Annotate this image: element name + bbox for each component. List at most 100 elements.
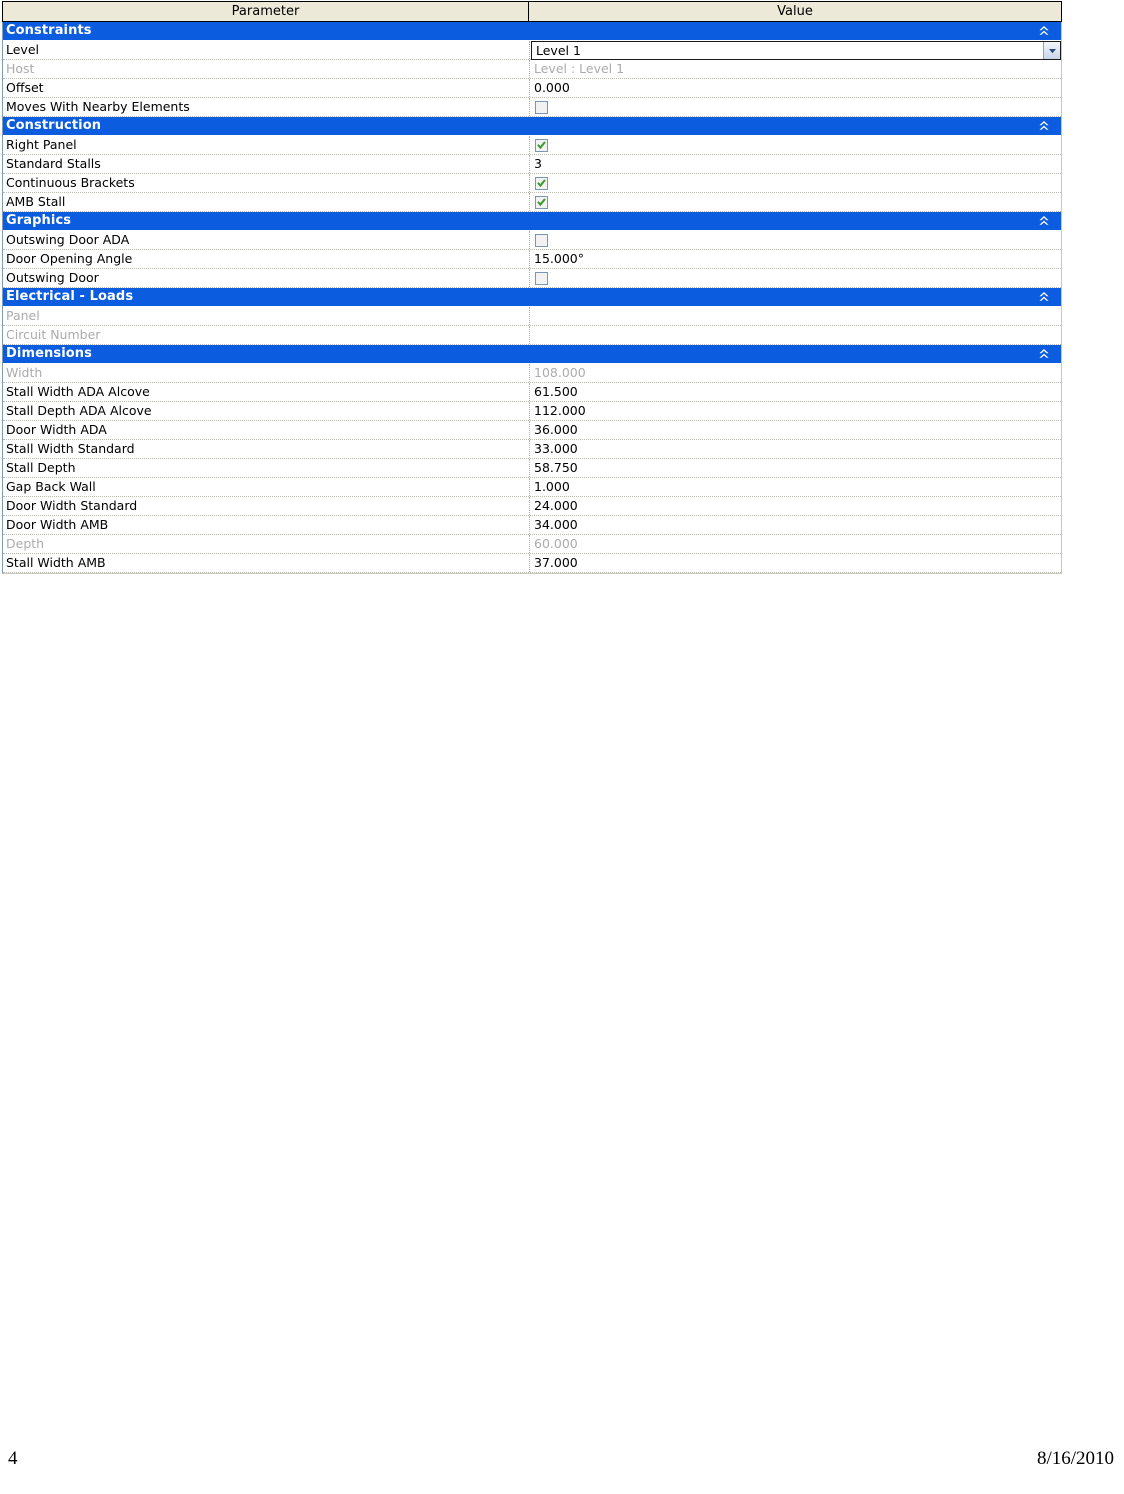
checkbox-unchecked[interactable] bbox=[535, 271, 548, 285]
group-title: Constraints bbox=[6, 23, 92, 38]
parameter-row[interactable]: Moves With Nearby Elements bbox=[3, 98, 1061, 117]
parameter-value-text: 108.000 bbox=[534, 365, 586, 380]
parameter-name: Outswing Door ADA bbox=[6, 232, 130, 247]
page-footer: 4 8/16/2010 bbox=[0, 1448, 1124, 1478]
parameter-row[interactable]: Gap Back Wall 1.000 bbox=[3, 478, 1061, 497]
parameter-value-text: 60.000 bbox=[534, 536, 578, 551]
parameter-row[interactable]: Continuous Brackets bbox=[3, 174, 1061, 193]
parameter-value-text: 36.000 bbox=[534, 422, 578, 437]
parameter-value-cell[interactable]: 15.000° bbox=[529, 250, 1061, 268]
parameter-value-cell[interactable] bbox=[529, 231, 1061, 249]
double-chevron-up-icon[interactable] bbox=[1037, 119, 1051, 133]
parameter-row[interactable]: Circuit Number bbox=[3, 326, 1061, 345]
parameter-name: Level bbox=[6, 42, 39, 57]
parameter-row[interactable]: Door Opening Angle 15.000° bbox=[3, 250, 1061, 269]
parameter-value-text: 34.000 bbox=[534, 517, 578, 532]
double-chevron-up-icon[interactable] bbox=[1037, 24, 1051, 38]
parameter-row[interactable]: Depth 60.000 bbox=[3, 535, 1061, 554]
parameter-row[interactable]: Host Level : Level 1 bbox=[3, 60, 1061, 79]
parameter-name: Outswing Door bbox=[6, 270, 99, 285]
parameter-name: Host bbox=[6, 61, 35, 76]
parameter-name: Door Width Standard bbox=[6, 498, 138, 513]
parameter-row[interactable]: Stall Width AMB 37.000 bbox=[3, 554, 1061, 573]
checkbox-checked[interactable] bbox=[535, 195, 548, 209]
level-combobox[interactable]: Level 1 bbox=[531, 41, 1061, 60]
parameter-value-cell[interactable] bbox=[529, 269, 1061, 287]
parameter-name: Door Width AMB bbox=[6, 517, 109, 532]
level-combobox-value: Level 1 bbox=[536, 43, 581, 58]
parameter-row[interactable]: Stall Depth ADA Alcove 112.000 bbox=[3, 402, 1061, 421]
parameter-name: Stall Depth ADA Alcove bbox=[6, 403, 152, 418]
parameter-row[interactable]: Door Width ADA 36.000 bbox=[3, 421, 1061, 440]
parameter-row[interactable]: Door Width AMB 34.000 bbox=[3, 516, 1061, 535]
parameter-value-text: 0.000 bbox=[534, 80, 570, 95]
group-title: Construction bbox=[6, 118, 102, 133]
parameter-row[interactable]: Right Panel bbox=[3, 136, 1061, 155]
column-header-parameter[interactable]: Parameter bbox=[3, 2, 529, 21]
parameter-name: Stall Depth bbox=[6, 460, 76, 475]
parameter-name: Door Width ADA bbox=[6, 422, 107, 437]
parameter-name: Standard Stalls bbox=[6, 156, 101, 171]
group-header-construction[interactable]: Construction bbox=[3, 117, 1061, 136]
parameter-row[interactable]: Offset 0.000 bbox=[3, 79, 1061, 98]
page-date: 8/16/2010 bbox=[1036, 1448, 1114, 1469]
parameter-row[interactable]: Outswing Door bbox=[3, 269, 1061, 288]
group-header-electrical-loads[interactable]: Electrical - Loads bbox=[3, 288, 1061, 307]
group-header-graphics[interactable]: Graphics bbox=[3, 212, 1061, 231]
parameter-value-cell[interactable] bbox=[529, 193, 1061, 211]
parameter-row[interactable]: Stall Depth 58.750 bbox=[3, 459, 1061, 478]
group-header-constraints[interactable]: Constraints bbox=[3, 22, 1061, 41]
parameter-value-text: Level : Level 1 bbox=[534, 61, 625, 76]
double-chevron-up-icon[interactable] bbox=[1037, 290, 1051, 304]
parameter-row[interactable]: Standard Stalls 3 bbox=[3, 155, 1061, 174]
parameter-row[interactable]: Stall Width ADA Alcove 61.500 bbox=[3, 383, 1061, 402]
parameter-name: AMB Stall bbox=[6, 194, 66, 209]
group-header-dimensions[interactable]: Dimensions bbox=[3, 345, 1061, 364]
parameter-value-cell[interactable] bbox=[529, 136, 1061, 154]
parameter-row[interactable]: Stall Width Standard 33.000 bbox=[3, 440, 1061, 459]
double-chevron-up-icon[interactable] bbox=[1037, 347, 1051, 361]
parameter-name: Depth bbox=[6, 536, 45, 551]
parameter-row[interactable]: Width 108.000 bbox=[3, 364, 1061, 383]
column-header-value[interactable]: Value bbox=[529, 2, 1061, 21]
parameter-value-cell[interactable] bbox=[529, 98, 1061, 116]
parameter-value-cell[interactable]: 37.000 bbox=[529, 554, 1061, 572]
parameter-name: Panel bbox=[6, 308, 40, 323]
parameter-row[interactable]: AMB Stall bbox=[3, 193, 1061, 212]
checkbox-unchecked[interactable] bbox=[535, 233, 548, 247]
parameter-value-cell[interactable]: 24.000 bbox=[529, 497, 1061, 515]
parameter-value-cell[interactable] bbox=[529, 326, 1061, 344]
parameter-value-cell[interactable]: 36.000 bbox=[529, 421, 1061, 439]
parameter-value-cell[interactable]: 1.000 bbox=[529, 478, 1061, 496]
properties-palette: Parameter Value Constraints Level Level 1 H… bbox=[2, 1, 1062, 574]
checkbox-checked[interactable] bbox=[535, 176, 548, 190]
parameter-value-text: 112.000 bbox=[534, 403, 586, 418]
parameter-value-cell[interactable]: 60.000 bbox=[529, 535, 1061, 553]
parameter-value-cell[interactable]: 0.000 bbox=[529, 79, 1061, 97]
parameter-name: Door Opening Angle bbox=[6, 251, 133, 266]
parameter-row[interactable]: Door Width Standard 24.000 bbox=[3, 497, 1061, 516]
parameter-value-cell[interactable]: 108.000 bbox=[529, 364, 1061, 382]
parameter-name: Offset bbox=[6, 80, 44, 95]
parameter-value-cell[interactable]: 58.750 bbox=[529, 459, 1061, 477]
checkbox-checked[interactable] bbox=[535, 138, 548, 152]
parameter-value-cell[interactable]: 61.500 bbox=[529, 383, 1061, 401]
checkbox-unchecked[interactable] bbox=[535, 100, 548, 114]
parameter-value-cell[interactable] bbox=[529, 174, 1061, 192]
parameter-value-cell[interactable]: 3 bbox=[529, 155, 1061, 173]
parameter-value-text: 3 bbox=[534, 156, 542, 171]
parameter-row[interactable]: Outswing Door ADA bbox=[3, 231, 1061, 250]
parameter-value-cell[interactable]: 34.000 bbox=[529, 516, 1061, 534]
parameter-value-cell[interactable]: 112.000 bbox=[529, 402, 1061, 420]
parameter-row[interactable]: Panel bbox=[3, 307, 1061, 326]
parameter-value-cell[interactable] bbox=[529, 307, 1061, 325]
chevron-down-icon[interactable] bbox=[1043, 42, 1060, 59]
parameter-name: Width bbox=[6, 365, 43, 380]
parameter-value-text: 24.000 bbox=[534, 498, 578, 513]
parameter-value-cell[interactable]: Level : Level 1 bbox=[529, 60, 1061, 78]
parameter-value-cell[interactable]: 33.000 bbox=[529, 440, 1061, 458]
group-title: Electrical - Loads bbox=[6, 289, 134, 304]
double-chevron-up-icon[interactable] bbox=[1037, 214, 1051, 228]
group-title: Dimensions bbox=[6, 346, 92, 361]
parameter-name: Gap Back Wall bbox=[6, 479, 96, 494]
